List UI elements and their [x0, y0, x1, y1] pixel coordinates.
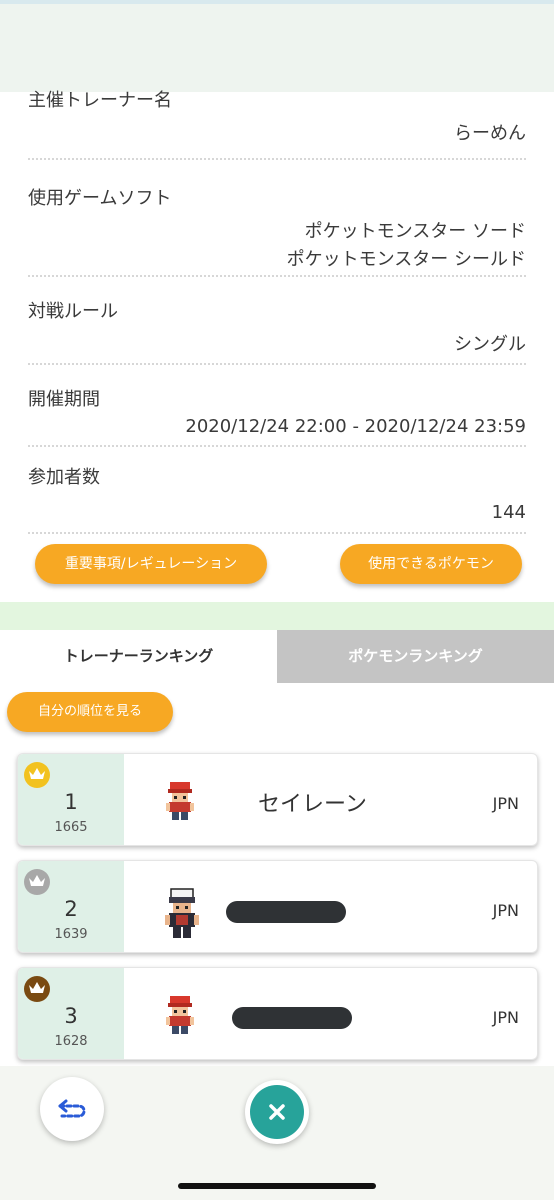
rank-panel: 2 1639	[18, 861, 124, 952]
rank-rating: 1639	[54, 927, 88, 942]
section-divider	[0, 602, 554, 630]
participants-label: 参加者数	[28, 467, 100, 488]
period-label: 開催期間	[28, 389, 100, 410]
tab-pokemon-ranking[interactable]: ポケモンランキング	[277, 630, 554, 683]
participants-value: 144	[491, 502, 526, 523]
player-name: セイレーン	[258, 792, 367, 817]
back-arrow-icon	[58, 1099, 86, 1118]
host-row: 主催トレーナー名 らーめん	[28, 90, 526, 160]
rank-panel: 1 1665	[18, 754, 124, 845]
ranking-tabs: トレーナーランキング ポケモンランキング	[0, 630, 554, 683]
silver-crown-icon	[24, 869, 50, 895]
gold-crown-icon	[24, 762, 50, 788]
rank-number: 2	[64, 897, 78, 921]
rule-label: 対戦ルール	[28, 301, 118, 322]
country-code: JPN	[492, 794, 519, 813]
tab-trainer-ranking[interactable]: トレーナーランキング	[0, 630, 277, 683]
rank-number: 3	[64, 1004, 78, 1028]
ranking-card[interactable]: 3 1628 JPN	[17, 967, 538, 1060]
redacted-name	[232, 1007, 352, 1029]
home-indicator	[178, 1183, 376, 1189]
ranking-card[interactable]: 1 1665 セイレーン JPN	[17, 753, 538, 846]
back-button[interactable]	[40, 1077, 104, 1141]
trainer-sprite-icon	[163, 994, 197, 1040]
tournament-info: 主催トレーナー名 らーめん 使用ゲームソフト ポケットモンスター ソード ポケッ…	[0, 90, 554, 534]
rank-rating: 1628	[54, 1034, 88, 1049]
period-value: 2020/12/24 22:00 - 2020/12/24 23:59	[185, 416, 526, 437]
bronze-crown-icon	[24, 976, 50, 1002]
rule-row: 対戦ルール シングル	[28, 277, 526, 365]
country-code: JPN	[492, 1008, 519, 1027]
country-code: JPN	[492, 901, 519, 920]
host-value: らーめん	[454, 123, 526, 144]
software-value-shield: ポケットモンスター シールド	[286, 249, 526, 270]
header-band	[0, 0, 554, 92]
trainer-sprite-icon	[163, 887, 201, 945]
ranking-card[interactable]: 2 1639 JPN	[17, 860, 538, 953]
rule-value: シングル	[454, 334, 526, 355]
rank-rating: 1665	[54, 820, 88, 835]
rank-panel: 3 1628	[18, 968, 124, 1059]
software-value-sword: ポケットモンスター ソード	[304, 221, 526, 242]
regulation-button[interactable]: 重要事項/レギュレーション	[35, 544, 267, 584]
period-row: 開催期間 2020/12/24 22:00 - 2020/12/24 23:59	[28, 365, 526, 447]
my-rank-button[interactable]: 自分の順位を見る	[7, 692, 173, 732]
rank-number: 1	[64, 790, 78, 814]
close-button[interactable]	[245, 1080, 309, 1144]
close-button-face	[250, 1085, 304, 1139]
software-row: 使用ゲームソフト ポケットモンスター ソード ポケットモンスター シールド	[28, 160, 526, 277]
participants-row: 参加者数 144	[28, 447, 526, 534]
trainer-sprite-icon	[163, 780, 197, 826]
redacted-name	[226, 901, 346, 923]
software-label: 使用ゲームソフト	[28, 188, 172, 209]
close-icon	[269, 1104, 285, 1120]
host-label: 主催トレーナー名	[28, 90, 172, 111]
usable-pokemon-button[interactable]: 使用できるポケモン	[340, 544, 522, 584]
